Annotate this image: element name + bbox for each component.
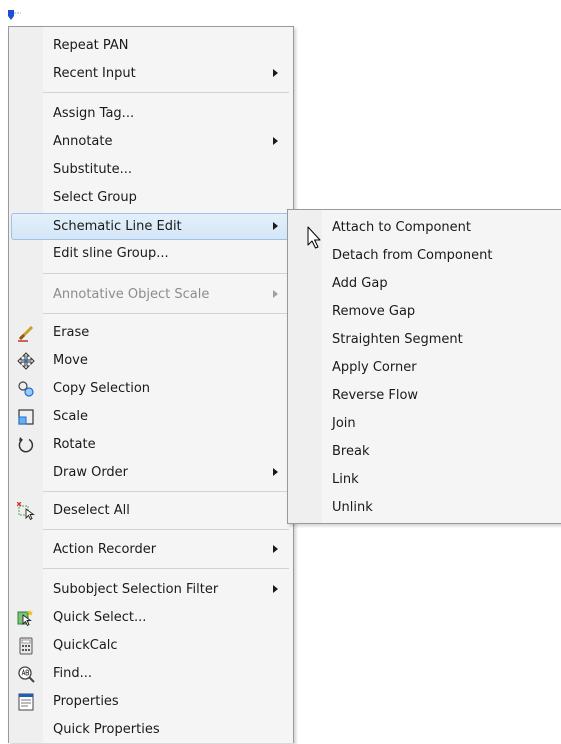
eraser-icon (18, 325, 34, 342)
menu-item-repeat-pan[interactable]: Repeat PAN (11, 32, 291, 60)
menu-item-properties[interactable]: Properties (11, 688, 291, 716)
separator (43, 568, 289, 569)
separator (43, 491, 289, 492)
submenu-item-apply-corner[interactable]: Apply Corner (290, 354, 561, 382)
menu-item-quick-select[interactable]: Quick Select... (11, 604, 291, 632)
schematic-line-edit-submenu: Attach to Component Detach from Componen… (287, 209, 561, 524)
menu-item-substitute[interactable]: Substitute... (11, 156, 291, 184)
menu-item-quick-properties[interactable]: Quick Properties (11, 716, 291, 744)
menu-item-rotate[interactable]: Rotate (11, 431, 291, 459)
menu-item-select-group[interactable]: Select Group (11, 184, 291, 212)
menu-item-annotate[interactable]: Annotate (11, 128, 291, 156)
rotate-icon (18, 437, 34, 453)
copy-selection-icon (18, 381, 34, 397)
menu-item-edit-sline-group[interactable]: Edit sline Group... (11, 240, 291, 268)
separator (43, 273, 289, 274)
submenu-item-remove-gap[interactable]: Remove Gap (290, 298, 561, 326)
submenu-arrow-icon (273, 585, 278, 593)
calculator-icon (19, 637, 33, 655)
menu-item-find[interactable]: Find... (11, 660, 291, 688)
submenu-arrow-icon (273, 137, 278, 145)
menu-item-schematic-line-edit[interactable]: Schematic Line Edit (11, 213, 291, 240)
submenu-item-add-gap[interactable]: Add Gap (290, 270, 561, 298)
submenu-arrow-icon (273, 468, 278, 476)
submenu-arrow-icon (273, 545, 278, 553)
menu-item-quickcalc[interactable]: QuickCalc (11, 632, 291, 660)
context-menu: Repeat PAN Recent Input Assign Tag... An… (8, 26, 294, 743)
submenu-item-attach-to-component[interactable]: Attach to Component (290, 214, 561, 242)
move-icon (17, 352, 35, 370)
submenu-item-join[interactable]: Join (290, 410, 561, 438)
menu-item-move[interactable]: Move (11, 347, 291, 375)
menu-item-deselect-all[interactable]: Deselect All (11, 497, 291, 525)
properties-icon (18, 693, 34, 711)
submenu-arrow-icon (273, 222, 278, 230)
menu-item-erase[interactable]: Erase (11, 319, 291, 347)
mouse-pointer-icon (307, 226, 321, 249)
menu-item-scale[interactable]: Scale (11, 403, 291, 431)
submenu-arrow-icon (273, 290, 278, 298)
scale-icon (18, 409, 34, 425)
menu-item-recent-input[interactable]: Recent Input (11, 60, 291, 88)
deselect-all-icon (17, 502, 35, 520)
submenu-item-link[interactable]: Link (290, 466, 561, 494)
find-text-icon (18, 666, 35, 683)
menu-item-annotative-object-scale[interactable]: Annotative Object Scale (11, 281, 291, 309)
submenu-item-straighten-segment[interactable]: Straighten Segment (290, 326, 561, 354)
grip-marker-icon (8, 10, 21, 20)
separator (43, 313, 289, 314)
submenu-item-detach-from-component[interactable]: Detach from Component (290, 242, 561, 270)
quick-select-icon (17, 610, 33, 627)
separator (43, 92, 289, 93)
submenu-item-reverse-flow[interactable]: Reverse Flow (290, 382, 561, 410)
separator (43, 529, 289, 530)
submenu-arrow-icon (273, 69, 278, 77)
menu-item-action-recorder[interactable]: Action Recorder (11, 536, 291, 564)
menu-item-subobject-selection-filter[interactable]: Subobject Selection Filter (11, 576, 291, 604)
menu-item-draw-order[interactable]: Draw Order (11, 459, 291, 487)
submenu-item-break[interactable]: Break (290, 438, 561, 466)
menu-item-assign-tag[interactable]: Assign Tag... (11, 100, 291, 128)
submenu-item-unlink[interactable]: Unlink (290, 494, 561, 522)
menu-item-copy-selection[interactable]: Copy Selection (11, 375, 291, 403)
